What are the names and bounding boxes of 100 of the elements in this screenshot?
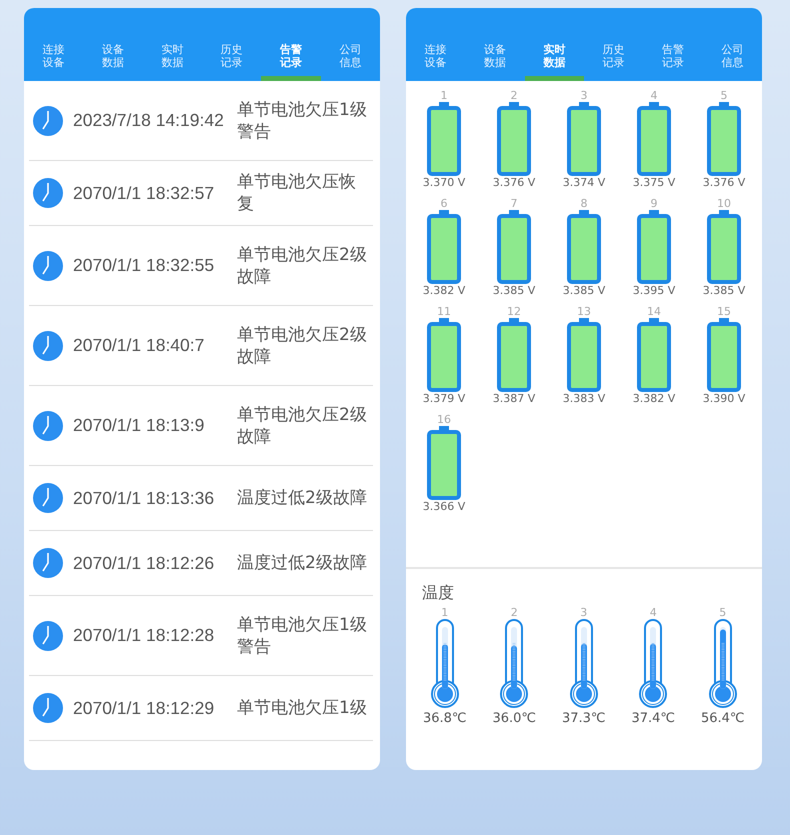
tab[interactable]: 设备数据 bbox=[465, 37, 525, 81]
temperature-reading: 56.4℃ bbox=[700, 711, 745, 726]
battery-icon bbox=[637, 210, 671, 284]
thermometer-icon bbox=[638, 619, 668, 709]
clock-icon bbox=[33, 178, 63, 208]
alarm-message: 单节电池欠压恢复 bbox=[237, 171, 357, 215]
cell-number: 11 bbox=[437, 305, 451, 318]
clock-icon bbox=[33, 106, 63, 136]
tab[interactable]: 历史记录 bbox=[584, 37, 644, 81]
sensor-number: 4 bbox=[650, 606, 657, 619]
cell-voltage: 3.375 V bbox=[632, 176, 676, 190]
cell-voltage: 3.382 V bbox=[632, 392, 676, 406]
thermometer-icon bbox=[708, 619, 738, 709]
battery-icon bbox=[707, 210, 741, 284]
cell-number: 13 bbox=[577, 305, 591, 318]
battery-icon bbox=[567, 210, 601, 284]
battery-icon bbox=[497, 318, 531, 392]
tab[interactable]: 设备数据 bbox=[83, 37, 143, 81]
alarm-time: 2070/1/1 18:40:7 bbox=[73, 335, 206, 356]
alarm-time: 2070/1/1 18:13:36 bbox=[73, 488, 216, 508]
battery-icon bbox=[707, 318, 741, 392]
battery-icon bbox=[707, 102, 741, 176]
temperature-reading: 37.4℃ bbox=[631, 711, 676, 726]
cell-voltage: 3.382 V bbox=[422, 284, 466, 298]
cell-voltage: 3.385 V bbox=[492, 284, 536, 298]
cell-voltage: 3.395 V bbox=[632, 284, 676, 298]
tab[interactable]: 连接设备 bbox=[24, 37, 84, 81]
tab[interactable]: 告警记录 bbox=[261, 37, 321, 81]
clock-icon bbox=[33, 693, 63, 723]
alarm-time: 2023/7/18 14:19:42 bbox=[73, 110, 225, 131]
cell-number: 4 bbox=[650, 89, 658, 102]
cell-voltage: 3.387 V bbox=[492, 392, 536, 406]
clock-icon bbox=[33, 410, 63, 440]
section-title: 温度 bbox=[421, 582, 455, 604]
clock-icon bbox=[33, 548, 63, 578]
alarm-message: 单节电池欠压1级警告 bbox=[237, 614, 368, 658]
clock-icon bbox=[33, 250, 63, 280]
cell-voltage: 3.385 V bbox=[702, 284, 746, 298]
tab[interactable]: 公司信息 bbox=[702, 37, 762, 81]
alarm-time: 2070/1/1 18:12:26 bbox=[73, 552, 216, 574]
cell-voltage: 3.379 V bbox=[422, 392, 466, 406]
sensor-number: 3 bbox=[580, 606, 588, 619]
cell-voltage: 3.376 V bbox=[492, 176, 536, 190]
cell-number: 14 bbox=[647, 305, 661, 318]
temperature-reading: 37.3℃ bbox=[562, 711, 606, 726]
thermometer-icon bbox=[568, 619, 599, 709]
battery-icon bbox=[637, 102, 671, 176]
cell-number: 1 bbox=[440, 89, 448, 102]
battery-icon bbox=[567, 102, 601, 176]
tab[interactable]: 公司信息 bbox=[320, 37, 380, 81]
battery-icon bbox=[497, 210, 531, 284]
alarm-time: 2070/1/1 18:13:9 bbox=[73, 415, 206, 436]
cell-number: 7 bbox=[510, 197, 518, 210]
alarm-time: 2070/1/1 18:32:55 bbox=[73, 255, 216, 276]
battery-icon bbox=[567, 318, 601, 392]
cell-number: 12 bbox=[507, 305, 521, 318]
alarm-time: 2070/1/1 18:12:29 bbox=[73, 698, 216, 718]
battery-icon bbox=[497, 102, 531, 176]
alarm-time: 2070/1/1 18:12:28 bbox=[73, 625, 216, 646]
clock-icon bbox=[33, 483, 63, 513]
alarm-message: 单节电池欠压2级故障 bbox=[237, 404, 368, 448]
cell-voltage: 3.385 V bbox=[562, 284, 606, 298]
cell-number: 3 bbox=[580, 89, 588, 102]
sensor-number: 5 bbox=[719, 606, 726, 619]
sensor-number: 2 bbox=[510, 606, 518, 619]
alarm-message: 单节电池欠压1级警告 bbox=[237, 98, 368, 142]
cell-voltage: 3.383 V bbox=[562, 392, 606, 406]
alarm-message: 温度过低2级故障 bbox=[237, 487, 368, 509]
tab[interactable]: 实时数据 bbox=[524, 37, 584, 81]
tab[interactable]: 告警记录 bbox=[643, 37, 703, 81]
clock-icon bbox=[33, 330, 63, 360]
tab[interactable]: 实时数据 bbox=[142, 37, 202, 81]
battery-icon bbox=[427, 318, 461, 392]
cell-voltage: 3.366 V bbox=[422, 500, 466, 514]
thermometer-icon bbox=[430, 619, 460, 709]
alarm-message: 单节电池欠压2级故障 bbox=[237, 324, 368, 368]
tab[interactable]: 连接设备 bbox=[406, 37, 466, 81]
alarm-message: 单节电池欠压2级故障 bbox=[237, 244, 368, 288]
cell-number: 6 bbox=[440, 197, 448, 210]
cell-number: 9 bbox=[650, 197, 658, 210]
cell-number: 2 bbox=[510, 89, 518, 102]
battery-icon bbox=[637, 318, 671, 392]
cell-number: 16 bbox=[437, 413, 451, 426]
alarm-time: 2070/1/1 18:32:57 bbox=[73, 182, 216, 204]
tab[interactable]: 历史记录 bbox=[202, 37, 262, 81]
cell-voltage: 3.390 V bbox=[702, 392, 746, 406]
battery-icon bbox=[427, 102, 461, 176]
alarm-message: 温度过低2级故障 bbox=[237, 552, 368, 574]
cell-number: 15 bbox=[717, 305, 731, 318]
cell-voltage: 3.370 V bbox=[422, 176, 466, 190]
cell-number: 10 bbox=[717, 197, 731, 210]
temperature-reading: 36.0℃ bbox=[492, 711, 536, 726]
cell-number: 5 bbox=[720, 89, 728, 102]
clock-icon bbox=[33, 620, 63, 650]
alarm-message: 单节电池欠压1级 bbox=[237, 697, 368, 719]
battery-icon bbox=[427, 210, 461, 284]
cell-number: 8 bbox=[580, 197, 588, 210]
cell-voltage: 3.376 V bbox=[702, 176, 746, 190]
cell-voltage: 3.374 V bbox=[562, 176, 606, 190]
sensor-number: 1 bbox=[441, 606, 448, 619]
